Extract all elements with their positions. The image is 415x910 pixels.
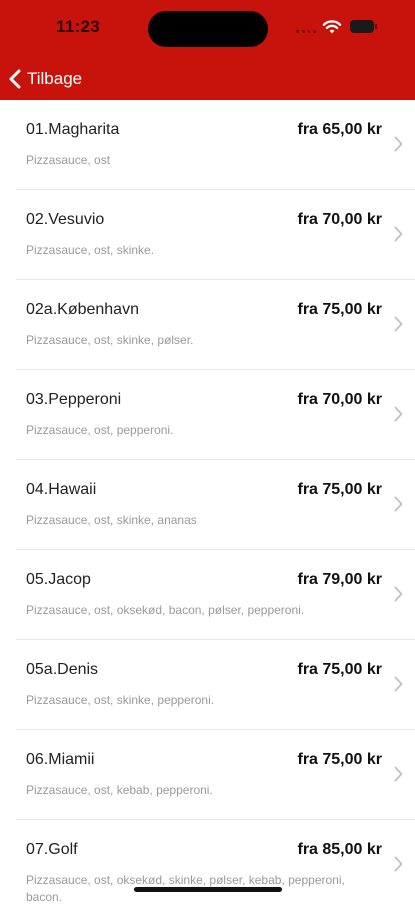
dynamic-island	[148, 11, 268, 47]
item-price: fra 70,00 kr	[297, 391, 382, 408]
item-name: 03.Pepperoni	[26, 391, 122, 408]
item-description: Pizzasauce, ost, skinke.	[26, 243, 155, 257]
wifi-icon	[322, 20, 342, 34]
item-description: Pizzasauce, ost, skinke, pølser.	[26, 333, 194, 347]
item-name: 05a.Denis	[26, 661, 99, 678]
chevron-right-icon	[394, 586, 403, 602]
item-description: Pizzasauce, ost, pepperoni.	[26, 423, 174, 437]
chevron-left-icon	[9, 69, 21, 89]
item-name: 02a.København	[26, 301, 139, 318]
item-price: fra 85,00 kr	[297, 841, 382, 858]
pizza-list: 01.Magharita fra 65,00 kr Pizzasauce, os…	[0, 100, 415, 910]
list-item[interactable]: 01.Magharita fra 65,00 kr Pizzasauce, os…	[16, 100, 415, 190]
item-description: Pizzasauce, ost, skinke, pepperoni.	[26, 693, 215, 707]
item-price: fra 65,00 kr	[297, 121, 382, 138]
item-description: Pizzasauce, ost, oksekød, bacon, pølser,…	[26, 603, 305, 617]
item-name: 04.Hawaii	[26, 481, 97, 498]
status-time: 11:23	[56, 17, 101, 36]
item-description: Pizzasauce, ost	[26, 153, 111, 167]
back-label: Tilbage	[27, 69, 83, 88]
list-item[interactable]: 03.Pepperoni fra 70,00 kr Pizzasauce, os…	[16, 370, 415, 460]
chevron-right-icon	[394, 316, 403, 332]
item-price: fra 75,00 kr	[297, 301, 382, 318]
battery-icon	[350, 20, 377, 33]
chevron-right-icon	[394, 856, 403, 872]
list-item[interactable]: 04.Hawaii fra 75,00 kr Pizzasauce, ost, …	[16, 460, 415, 550]
nav-bar: Tilbage	[0, 58, 415, 100]
chevron-right-icon	[394, 496, 403, 512]
item-name: 05.Jacop	[26, 571, 91, 588]
chevron-right-icon	[394, 136, 403, 152]
list-item[interactable]: 07.Golf fra 85,00 kr Pizzasauce, ost, ok…	[16, 820, 415, 910]
chevron-right-icon	[394, 676, 403, 692]
item-price: fra 75,00 kr	[297, 661, 382, 678]
item-description: Pizzasauce, ost, kebab, pepperoni.	[26, 783, 213, 797]
item-price: fra 70,00 kr	[297, 211, 382, 228]
item-description: Pizzasauce, ost, skinke, ananas	[26, 513, 197, 527]
status-bar: 11:23	[0, 0, 415, 58]
signal-icon	[296, 27, 316, 33]
list-item[interactable]: 06.Miamii fra 75,00 kr Pizzasauce, ost, …	[16, 730, 415, 820]
chevron-right-icon	[394, 406, 403, 422]
item-name: 07.Golf	[26, 841, 78, 858]
item-price: fra 75,00 kr	[297, 481, 382, 498]
list-item[interactable]: 05.Jacop fra 79,00 kr Pizzasauce, ost, o…	[16, 550, 415, 640]
item-price: fra 75,00 kr	[297, 751, 382, 768]
chevron-right-icon	[394, 226, 403, 242]
item-name: 06.Miamii	[26, 751, 95, 768]
chevron-right-icon	[394, 766, 403, 782]
list-item[interactable]: 05a.Denis fra 75,00 kr Pizzasauce, ost, …	[16, 640, 415, 730]
item-name: 02.Vesuvio	[26, 211, 105, 228]
list-item[interactable]: 02.Vesuvio fra 70,00 kr Pizzasauce, ost,…	[16, 190, 415, 280]
item-price: fra 79,00 kr	[297, 571, 382, 588]
item-name: 01.Magharita	[26, 121, 120, 138]
list-item[interactable]: 02a.København fra 75,00 kr Pizzasauce, o…	[16, 280, 415, 370]
back-button[interactable]: Tilbage	[8, 67, 82, 91]
home-indicator[interactable]	[134, 887, 282, 892]
